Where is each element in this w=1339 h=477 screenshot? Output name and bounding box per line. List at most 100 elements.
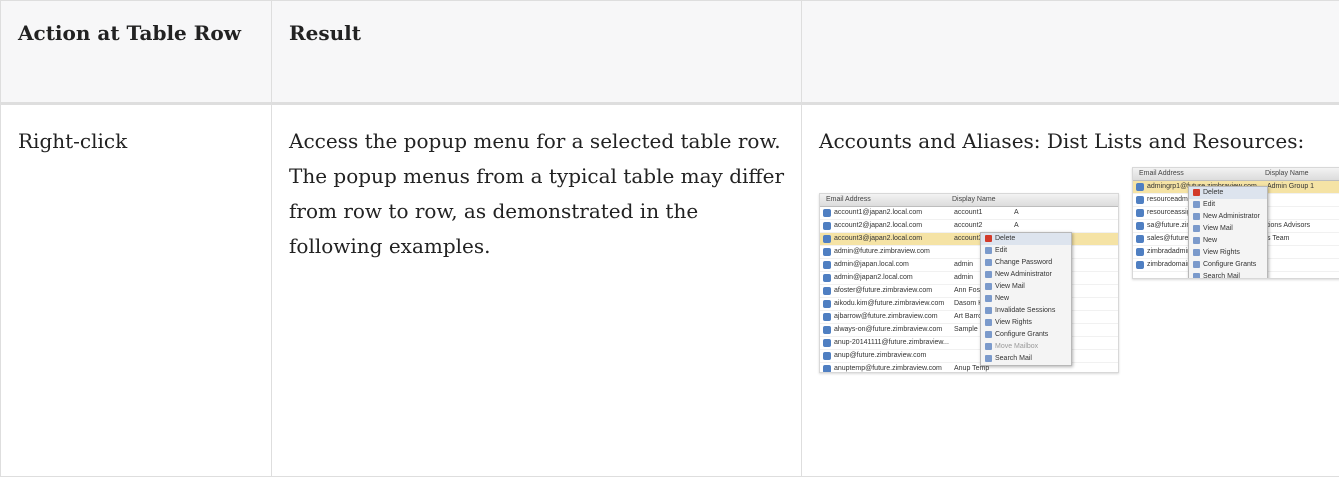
dist-lists-context-menu: Delete Edit New Administrator View Mail New V…	[1188, 186, 1268, 279]
menu-item[interactable]: Delete	[981, 233, 1071, 245]
menu-item[interactable]: View Rights	[1189, 247, 1267, 259]
dist-list-display-name	[1267, 207, 1327, 219]
account-row[interactable]: anup-20141111@future.zimbraview...	[820, 337, 1118, 350]
dist-list-display-name: s Team	[1267, 235, 1290, 242]
account-icon	[823, 300, 831, 308]
menu-item[interactable]: Invalidate Sessions	[981, 305, 1071, 317]
menu-item-label: New Administrator	[1203, 213, 1260, 220]
account-row[interactable]: account2@japan2.local.com account2 A	[820, 220, 1118, 233]
accounts-table-header: Email Address Display Name	[820, 194, 1118, 207]
dist-list-icon	[1136, 183, 1144, 191]
menu-item-icon	[985, 319, 992, 326]
result-cell: Access the popup menu for a selected tab…	[271, 102, 802, 477]
menu-item-icon	[1193, 225, 1200, 232]
menu-item[interactable]: New Administrator	[981, 269, 1071, 281]
menu-item-label: Invalidate Sessions	[995, 307, 1056, 314]
account-email: admin@japan.local.com	[834, 261, 909, 268]
account-row[interactable]: account3@japan2.local.com account3	[820, 233, 1118, 246]
action-cell: Right-click	[0, 102, 272, 477]
menu-item-icon	[1193, 213, 1200, 220]
account-extra: A	[1014, 222, 1019, 229]
account-icon	[823, 235, 831, 243]
menu-item-label: View Mail	[995, 283, 1025, 290]
accounts-screenshot: Email Address Display Name account1@japa…	[819, 193, 1119, 373]
menu-item[interactable]: Change Password	[981, 257, 1071, 269]
account-email: admin@japan2.local.com	[834, 274, 913, 281]
menu-item-icon	[985, 247, 992, 254]
account-row[interactable]: account1@japan2.local.com account1 A	[820, 207, 1118, 220]
menu-item[interactable]: New	[1189, 235, 1267, 247]
account-row[interactable]: admin@future.zimbraview.com	[820, 246, 1118, 259]
account-row[interactable]: admin@japan2.local.com admin	[820, 272, 1118, 285]
display-name-column-header: Display Name	[1265, 170, 1309, 177]
menu-item-label: Search Mail	[1203, 273, 1240, 279]
action-text: Right-click	[18, 129, 128, 153]
header-result-label: Result	[289, 21, 361, 45]
dist-list-display-name	[1267, 259, 1327, 271]
menu-item-icon	[985, 343, 992, 350]
account-icon	[823, 274, 831, 282]
menu-item[interactable]: New Administrator	[1189, 211, 1267, 223]
display-name-column-header: Display Name	[952, 196, 996, 203]
dist-list-icon	[1136, 261, 1144, 269]
menu-item-label: View Rights	[995, 319, 1032, 326]
account-email: anup@future.zimbraview.com	[834, 352, 927, 359]
menu-item-label: New Administrator	[995, 271, 1052, 278]
menu-item[interactable]: Configure Grants	[981, 329, 1071, 341]
header-action-label: Action at Table Row	[18, 21, 241, 45]
menu-item[interactable]: Search Mail	[981, 353, 1071, 365]
menu-item-label: Edit	[995, 247, 1008, 254]
account-row[interactable]: anup@future.zimbraview.com	[820, 350, 1118, 363]
table-row: Right-click Access the popup menu for a …	[0, 102, 1339, 477]
header-empty	[801, 0, 1339, 104]
dist-list-icon	[1136, 222, 1144, 230]
account-row[interactable]: aikodu.kim@future.zimbraview.com Dasom Ki…	[820, 298, 1118, 311]
header-action: Action at Table Row	[0, 0, 272, 104]
account-email: ajbarrow@future.zimbraview.com	[834, 313, 938, 320]
menu-item-label: Delete	[995, 235, 1016, 242]
account-icon	[823, 248, 831, 256]
account-icon	[823, 365, 831, 372]
menu-item[interactable]: Configure Grants	[1189, 259, 1267, 271]
menu-item[interactable]: View Mail	[981, 281, 1071, 293]
account-icon	[823, 209, 831, 217]
account-icon	[823, 326, 831, 334]
menu-item-label: Search Mail	[995, 355, 1032, 362]
menu-item-icon	[985, 259, 992, 266]
menu-item[interactable]: Move Mailbox	[981, 341, 1071, 353]
account-row[interactable]: ajbarrow@future.zimbraview.com Art Barrow	[820, 311, 1118, 324]
menu-item-label: New	[1203, 237, 1218, 244]
account-icon	[823, 339, 831, 347]
email-column-header: Email Address	[826, 196, 871, 203]
dist-lists-table-header: Email Address Display Name	[1133, 168, 1339, 181]
menu-item-icon	[985, 355, 992, 362]
table-header-row: Action at Table Row Result	[0, 0, 1339, 104]
menu-item-icon	[985, 331, 992, 338]
account-row[interactable]: afoster@future.zimbraview.com Ann Foster	[820, 285, 1118, 298]
menu-item-label: Change Password	[995, 259, 1053, 266]
menu-item[interactable]: Search Mail	[1189, 271, 1267, 279]
account-icon	[823, 313, 831, 321]
accounts-context-menu: Delete Edit Change Password New Administrat…	[980, 232, 1072, 366]
account-extra: A	[1014, 209, 1019, 216]
examples-caption: Accounts and Aliases: Dist Lists and Res…	[819, 129, 1305, 153]
account-row[interactable]: always-on@future.zimbraview.com Sample Ma…	[820, 324, 1118, 337]
menu-item-icon	[985, 235, 992, 242]
menu-item-label: Configure Grants	[995, 331, 1049, 338]
menu-item[interactable]: New	[981, 293, 1071, 305]
menu-item-label: New	[995, 295, 1010, 302]
dist-list-display-name: Admin Group 1	[1267, 183, 1315, 190]
dist-lists-screenshot: Email Address Display Name admingrp1@fut…	[1132, 167, 1339, 279]
account-email: anup-20141111@future.zimbraview...	[834, 339, 949, 346]
menu-item-label: Delete	[1203, 189, 1224, 196]
menu-item[interactable]: View Mail	[1189, 223, 1267, 235]
account-row[interactable]: anuptemp@future.zimbraview.com Anup Temp	[820, 363, 1118, 372]
menu-item[interactable]: Delete	[1189, 187, 1267, 199]
menu-item[interactable]: Edit	[981, 245, 1071, 257]
email-column-header: Email Address	[1139, 170, 1184, 177]
menu-item[interactable]: Edit	[1189, 199, 1267, 211]
menu-item[interactable]: View Rights	[981, 317, 1071, 329]
account-row[interactable]: admin@japan.local.com admin	[820, 259, 1118, 272]
account-email: account3@japan2.local.com	[834, 235, 923, 242]
menu-item-label: View Mail	[1203, 225, 1233, 232]
